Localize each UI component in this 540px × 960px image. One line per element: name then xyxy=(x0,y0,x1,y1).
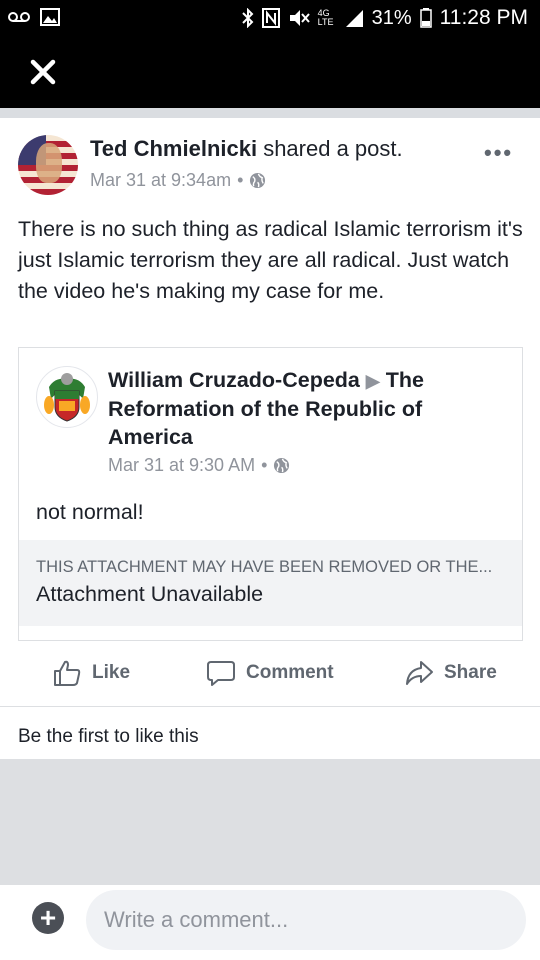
thumbs-up-icon xyxy=(54,660,81,686)
meta-separator: • xyxy=(237,170,244,190)
mute-icon xyxy=(289,10,310,26)
post-timestamp[interactable]: Mar 31 at 9:34am xyxy=(90,170,231,191)
bluetooth-icon xyxy=(241,8,254,28)
shared-meta-separator: • xyxy=(261,455,268,475)
post-author-name[interactable]: Ted Chmielnicki xyxy=(90,136,257,161)
shared-post-card[interactable]: William Cruzado-Cepeda ▶ The Reformation… xyxy=(18,347,523,641)
image-icon xyxy=(40,8,60,26)
close-button[interactable] xyxy=(26,54,60,90)
like-label: Like xyxy=(92,662,131,683)
status-right-icons: 4G LTE 31% 11:28 PM xyxy=(241,6,528,30)
post-actions: Like Comment Share xyxy=(0,648,540,704)
share-arrow-icon: ▶ xyxy=(365,371,380,391)
avatar-face xyxy=(36,143,62,183)
nfc-icon xyxy=(261,8,280,28)
share-button[interactable]: Share xyxy=(404,658,497,688)
coat-of-arms-icon xyxy=(38,368,96,426)
attachment-unavailable-box: THIS ATTACHMENT MAY HAVE BEEN REMOVED OR… xyxy=(19,540,522,626)
share-icon xyxy=(406,661,433,685)
globe-icon xyxy=(250,172,266,189)
top-nav xyxy=(0,38,540,108)
comment-input[interactable] xyxy=(86,890,526,950)
shared-author-avatar[interactable] xyxy=(36,366,98,428)
comment-composer: + xyxy=(0,885,540,960)
post-body-text: There is no such thing as radical Islami… xyxy=(18,217,523,303)
likes-summary: Be the first to like this xyxy=(18,726,199,747)
post-action-text: shared a post. xyxy=(257,136,403,161)
status-time: 11:28 PM xyxy=(439,6,528,29)
shared-post-text: not normal! xyxy=(36,500,144,524)
status-left-icons xyxy=(8,8,60,26)
post-author-line: Ted Chmielnicki shared a post. xyxy=(90,136,403,162)
battery-percent: 31% xyxy=(371,6,412,29)
actions-divider xyxy=(0,706,540,707)
signal-icon xyxy=(345,10,363,27)
shared-post-title: William Cruzado-Cepeda ▶ The Reformation… xyxy=(108,366,508,451)
post-meta: Mar 31 at 9:34am • xyxy=(90,170,266,191)
voicemail-icon xyxy=(8,12,30,22)
battery-icon xyxy=(419,8,432,28)
comment-label: Comment xyxy=(246,662,334,683)
like-button[interactable]: Like xyxy=(52,658,130,688)
globe-icon xyxy=(274,457,290,474)
comment-button[interactable]: Comment xyxy=(206,658,334,688)
author-avatar[interactable] xyxy=(18,135,78,195)
attachment-warning: THIS ATTACHMENT MAY HAVE BEEN REMOVED OR… xyxy=(36,558,493,576)
nav-separator xyxy=(0,108,540,118)
status-bar: 4G LTE 31% 11:28 PM xyxy=(0,0,540,38)
network-label: 4G LTE xyxy=(317,8,334,27)
share-label: Share xyxy=(444,662,497,683)
empty-comments-area xyxy=(0,759,540,885)
more-options-button[interactable]: ••• xyxy=(484,140,513,166)
shared-timestamp[interactable]: Mar 31 at 9:30 AM xyxy=(108,455,255,476)
attachment-title: Attachment Unavailable xyxy=(36,582,264,606)
shared-author-name[interactable]: William Cruzado-Cepeda xyxy=(108,368,360,392)
add-attachment-button[interactable]: + xyxy=(32,902,64,934)
close-icon xyxy=(30,59,56,85)
comment-icon xyxy=(207,661,235,686)
shared-post-meta: Mar 31 at 9:30 AM • xyxy=(108,455,290,476)
